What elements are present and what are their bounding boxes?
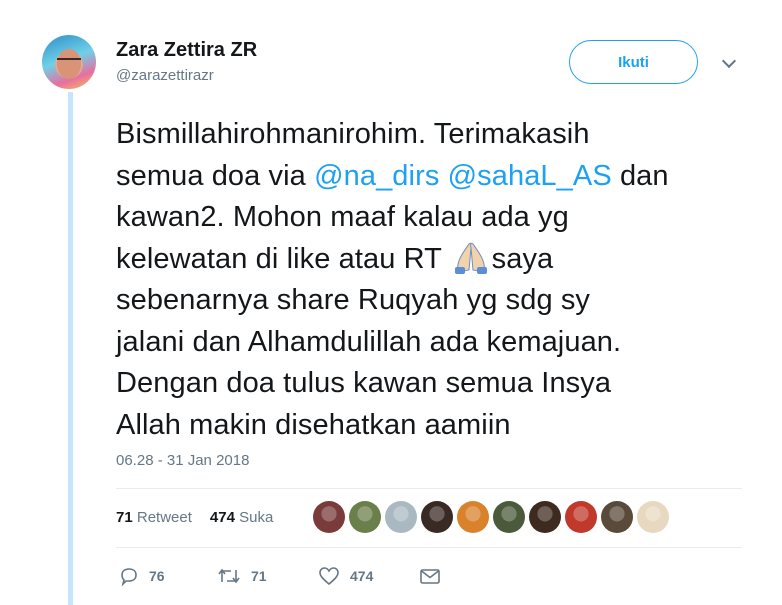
mention-link[interactable]: @sahaL_AS [448,160,612,192]
retweet-count: 71 [251,568,267,584]
tweet-line: Allah makin disehatkan aamiin [116,408,511,441]
liker-avatar[interactable] [349,501,381,533]
heart-icon [319,567,339,586]
liker-avatar[interactable] [601,501,633,533]
envelope-icon [420,569,440,584]
author-name[interactable]: Zara Zettira ZR [116,39,257,62]
like-stat-label: Suka [239,509,274,526]
chevron-down-icon[interactable] [721,53,737,69]
liker-avatar[interactable] [565,501,597,533]
tweet-line: kelewatan di like atau RT saya [116,239,736,281]
reply-count: 76 [149,568,165,584]
tweet-line: Dengan doa tulus kawan semua Insya [116,367,612,399]
retweet-stat[interactable]: 71 Retweet [116,509,192,526]
liker-avatar[interactable] [637,501,669,533]
like-button[interactable]: 474 [318,566,373,586]
tweet-line: sebenarnya share Ruqyah yg sdg sy [116,284,591,316]
retweet-button[interactable]: 71 [217,566,267,586]
reply-icon [121,568,137,586]
follow-button[interactable]: Ikuti [569,40,698,84]
retweet-stat-count: 71 [116,509,133,526]
folded-hands-icon [454,242,487,274]
avatar-glasses [57,58,81,66]
tweet-line: jalani dan Alhamdulillah ada kemajuan. [116,325,622,358]
liker-avatar[interactable] [529,501,561,533]
reply-button[interactable]: 76 [119,566,165,586]
divider [116,547,742,548]
like-stat-count: 474 [209,509,235,526]
thread-line [68,92,73,605]
tweet-line: semua doa via @na_dirs @sahaL_AS dan [116,156,736,198]
like-count: 474 [350,568,374,584]
avatar[interactable] [42,35,96,89]
engagement-stats: 71 Retweet 474 Suka [116,509,273,526]
tweet-actions: 76 71 474 [116,566,516,588]
mention-link[interactable]: @na_dirs [314,160,439,192]
liker-avatar[interactable] [313,501,345,533]
liker-avatar[interactable] [385,501,417,533]
tweet-line: Bismillahirohmanirohim. Terimakasih [116,118,590,150]
divider [116,488,742,489]
tweet-line: kawan2. Mohon maaf kalau ada yg [116,201,569,233]
tweet-text-segment: dan [611,159,669,192]
author-handle[interactable]: @zarazettirazr [116,67,214,84]
liker-avatar[interactable] [421,501,453,533]
liker-avatar[interactable] [493,501,525,533]
direct-message-button[interactable] [419,566,441,586]
liker-avatar[interactable] [457,501,489,533]
retweet-stat-label: Retweet [136,509,192,526]
like-stat[interactable]: 474 Suka [210,509,273,526]
tweet-text: Bismillahirohmanirohim. Terimakasih semu… [116,114,736,446]
tweet-timestamp[interactable]: 06.28 - 31 Jan 2018 [116,452,249,469]
tweet-text-segment: kelewatan di like atau RT [116,242,450,275]
tweet-text-segment: semua doa via [116,159,315,192]
likers-avatars [313,501,669,533]
tweet-text-segment: saya [491,242,554,275]
retweet-icon [218,568,240,584]
